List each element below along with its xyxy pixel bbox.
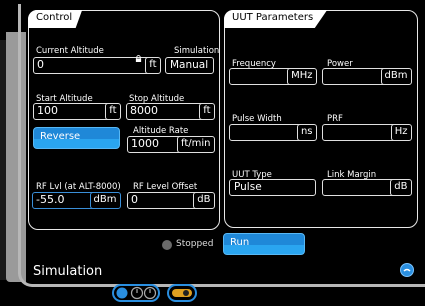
output-toggle[interactable]: [167, 284, 197, 302]
start-altitude-value: 100: [37, 104, 58, 117]
power-toggle[interactable]: [112, 284, 160, 302]
pulse-width-field[interactable]: ns: [229, 123, 317, 141]
run-button[interactable]: Run: [223, 233, 305, 255]
rf-level-label: RF Lvl (at ALT-8000): [36, 182, 121, 192]
link-margin-field[interactable]: dB: [322, 178, 412, 196]
link-margin-unit: dB: [390, 178, 412, 196]
altitude-rate-field[interactable]: 1000 ft/min: [127, 135, 215, 153]
start-altitude-field[interactable]: 100 ft: [33, 102, 121, 120]
lock-icon: [135, 55, 142, 62]
status-indicator: [162, 240, 172, 250]
altitude-rate-value: 1000: [131, 137, 159, 150]
uut-panel-title: UUT Parameters: [224, 10, 328, 28]
rf-level-offset-value: 0: [131, 193, 138, 206]
stop-altitude-field[interactable]: 8000 ft: [126, 102, 215, 120]
pulse-width-label: Pulse Width: [232, 114, 282, 124]
power-field[interactable]: dBm: [322, 67, 412, 85]
rf-level-unit: dBm: [89, 191, 121, 209]
prf-label: PRF: [327, 114, 343, 124]
status-text: Stopped: [176, 239, 214, 249]
stop-altitude-unit: ft: [199, 102, 215, 120]
rf-level-offset-unit: dB: [193, 191, 215, 209]
reverse-button[interactable]: Reverse: [33, 127, 120, 149]
altitude-rate-unit: ft/min: [177, 135, 215, 153]
simulation-mode-select[interactable]: Manual: [165, 57, 214, 74]
toggle-icon: [172, 289, 192, 297]
frequency-field[interactable]: MHz: [229, 67, 317, 85]
frequency-unit: MHz: [287, 67, 317, 85]
rf-level-offset-label: RF Level Offset: [133, 182, 198, 192]
rf-level-offset-field[interactable]: 0 dB: [127, 191, 215, 209]
start-altitude-unit: ft: [105, 102, 121, 120]
prf-field[interactable]: Hz: [322, 123, 412, 141]
altitude-rate-label: Altitude Rate: [133, 126, 189, 136]
current-altitude-label: Current Altitude: [36, 46, 104, 56]
screen-title: Simulation: [33, 264, 103, 279]
rf-level-value: -55.0: [36, 193, 65, 206]
simulation-label: Simulation: [174, 46, 220, 56]
prf-unit: Hz: [390, 123, 412, 141]
info-icon-glyph: [403, 268, 411, 272]
power-unit: dBm: [380, 67, 412, 85]
current-altitude-value: 0: [37, 58, 44, 71]
uut-type-select[interactable]: Pulse: [229, 179, 316, 196]
control-panel-title: Control: [28, 10, 83, 28]
info-icon[interactable]: [400, 263, 414, 277]
power-icon: [116, 286, 157, 300]
current-altitude-unit: ft: [145, 56, 161, 74]
pulse-width-unit: ns: [296, 123, 317, 141]
stop-altitude-value: 8000: [130, 104, 158, 117]
rf-level-field[interactable]: -55.0 dBm: [32, 191, 121, 209]
